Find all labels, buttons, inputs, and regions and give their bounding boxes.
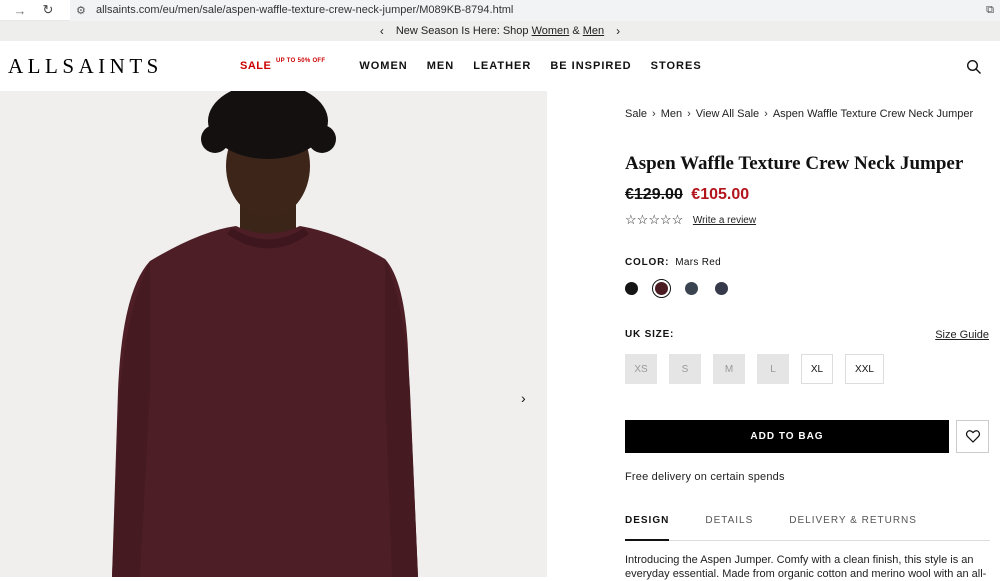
chevron-right-icon[interactable]: › <box>604 24 632 38</box>
size-m[interactable]: M <box>713 354 745 384</box>
breadcrumb-current: Aspen Waffle Texture Crew Neck Jumper <box>772 108 974 120</box>
nav-sale[interactable]: SALE UP TO 50% OFF <box>240 58 325 72</box>
breadcrumb-view-all-sale[interactable]: View All Sale <box>696 108 759 120</box>
reload-icon[interactable]: ↻ <box>38 0 58 20</box>
breadcrumb-sale[interactable]: Sale <box>625 108 647 120</box>
product-tabs: DESIGN DETAILS DELIVERY & RETURNS <box>625 515 990 541</box>
write-review-link[interactable]: Write a review <box>693 215 756 226</box>
size-s[interactable]: S <box>669 354 701 384</box>
image-next-icon[interactable]: › <box>521 390 526 406</box>
tab-details[interactable]: DETAILS <box>705 515 753 541</box>
price-block: €129.00 €105.00 <box>625 186 749 204</box>
size-xl[interactable]: XL <box>801 354 833 384</box>
chevron-right-icon: › <box>764 108 768 120</box>
add-to-bag-button[interactable]: ADD TO BAG <box>625 420 949 453</box>
heart-icon <box>965 430 980 443</box>
rating: ☆☆☆☆☆ Write a review <box>625 212 756 228</box>
star-icon: ☆ <box>636 212 649 227</box>
url-text: allsaints.com/eu/men/sale/aspen-waffle-t… <box>96 4 514 16</box>
site-info-icon[interactable]: ⚙ <box>76 4 90 17</box>
nav-leather[interactable]: LEATHER <box>473 60 531 72</box>
nav-stores[interactable]: STORES <box>651 60 702 72</box>
nav-women[interactable]: WOMEN <box>359 60 407 72</box>
sale-badge: UP TO 50% OFF <box>276 58 326 64</box>
address-bar[interactable]: ⚙ allsaints.com/eu/men/sale/aspen-waffle… <box>70 0 1000 21</box>
tab-delivery-returns[interactable]: DELIVERY & RETURNS <box>789 515 917 541</box>
star-icon: ☆ <box>625 212 637 227</box>
size-options: XS S M L XL XXL <box>625 354 896 384</box>
delivery-info: Free delivery on certain spends <box>625 471 785 483</box>
model-photo <box>0 91 547 577</box>
breadcrumb-men[interactable]: Men <box>661 108 682 120</box>
product-title: Aspen Waffle Texture Crew Neck Jumper <box>625 153 964 174</box>
announcement-link-women[interactable]: Women <box>532 25 570 37</box>
sale-price: €105.00 <box>691 186 750 203</box>
size-guide-link[interactable]: Size Guide <box>935 329 989 341</box>
swatch-slate[interactable] <box>685 282 698 295</box>
chevron-left-icon[interactable]: ‹ <box>368 24 396 38</box>
search-icon[interactable] <box>966 59 982 75</box>
color-swatches <box>625 279 745 298</box>
logo[interactable]: ALLSAINTS <box>8 54 163 79</box>
nav-men[interactable]: MEN <box>427 60 454 72</box>
size-xs[interactable]: XS <box>625 354 657 384</box>
swatch-black[interactable] <box>625 282 638 295</box>
wishlist-button[interactable] <box>956 420 989 453</box>
star-icon: ☆ <box>648 212 660 227</box>
announcement-link-men[interactable]: Men <box>583 25 604 37</box>
breadcrumb: Sale › Men › View All Sale › Aspen Waffle Text… <box>625 108 973 120</box>
star-icon: ☆ <box>671 212 684 227</box>
original-price: €129.00 <box>625 186 683 203</box>
swatch-mars-red[interactable] <box>652 279 671 298</box>
color-value: Mars Red <box>675 257 721 268</box>
swatch-navy[interactable] <box>715 282 728 295</box>
size-l[interactable]: L <box>757 354 789 384</box>
size-label: UK SIZE: <box>625 329 675 340</box>
announcement-text: New Season Is Here: Shop Women & Men <box>395 25 605 37</box>
site-header: ALLSAINTS SALE UP TO 50% OFF WOMEN MEN LE… <box>0 41 1000 91</box>
product-image[interactable]: › <box>0 91 547 577</box>
chevron-right-icon: › <box>687 108 691 120</box>
browser-toolbar: → ↻ ⚙ allsaints.com/eu/men/sale/aspen-wa… <box>0 0 1000 21</box>
forward-icon[interactable]: → <box>10 0 30 20</box>
chevron-right-icon: › <box>652 108 656 120</box>
color-label: COLOR: Mars Red <box>625 257 721 268</box>
size-xxl[interactable]: XXL <box>845 354 884 384</box>
star-icon: ☆ <box>659 212 672 227</box>
main-nav: SALE UP TO 50% OFF WOMEN MEN LEATHER BE I… <box>240 58 702 72</box>
install-app-icon[interactable]: ⧉ <box>986 4 994 17</box>
nav-be-inspired[interactable]: BE INSPIRED <box>550 60 631 72</box>
tab-design[interactable]: DESIGN <box>625 515 670 541</box>
announcement-bar: ‹ New Season Is Here: Shop Women & Men › <box>0 21 1000 41</box>
